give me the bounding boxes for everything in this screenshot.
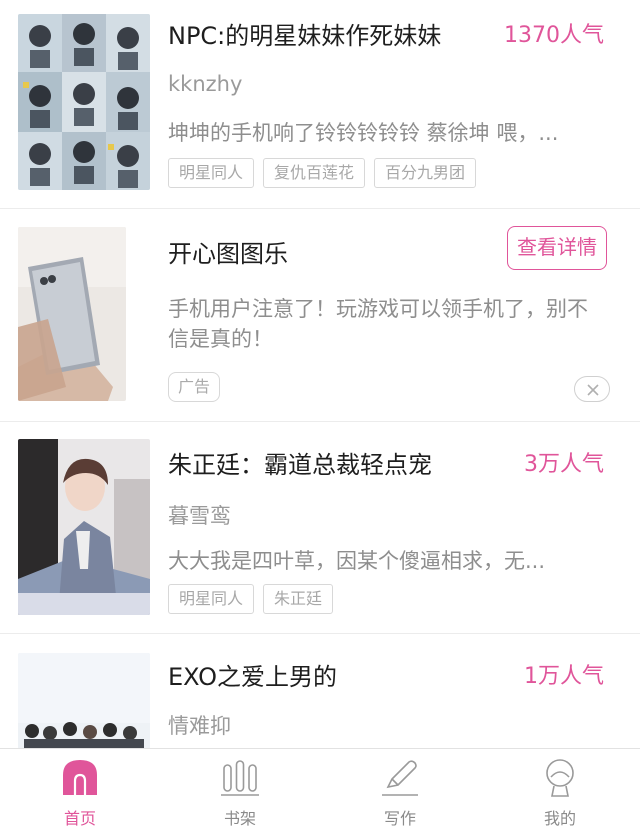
tag[interactable]: 明星同人 bbox=[168, 584, 255, 614]
tag[interactable]: 复仇百莲花 bbox=[263, 158, 366, 188]
book-author[interactable]: 暮雪鸾 bbox=[168, 500, 231, 530]
book-summary: 大大我是四叶草，因某个傻逼相求，无... bbox=[168, 549, 546, 573]
tab-home[interactable]: 首页 bbox=[0, 749, 160, 832]
book-cover-image[interactable] bbox=[18, 14, 150, 190]
book-title[interactable]: 朱正廷：霸道总裁轻点宠 bbox=[168, 445, 432, 480]
book-card[interactable]: EXO之爱上男的 1万人气 情难抑 bbox=[0, 634, 640, 748]
book-title[interactable]: EXO之爱上男的 bbox=[168, 657, 337, 692]
tab-label: 书架 bbox=[223, 809, 256, 828]
pen-icon bbox=[382, 760, 418, 796]
bottom-tab-bar: 首页 书架 写作 我的 bbox=[0, 748, 640, 832]
tab-label: 首页 bbox=[63, 809, 96, 828]
popularity-count: 1370人气 bbox=[504, 23, 604, 48]
tag[interactable]: 明星同人 bbox=[168, 158, 255, 188]
close-icon bbox=[587, 384, 599, 396]
bookshelf-icon bbox=[221, 760, 259, 796]
tab-bookshelf[interactable]: 书架 bbox=[160, 749, 320, 832]
book-cover-image[interactable] bbox=[18, 653, 150, 748]
home-icon bbox=[63, 760, 97, 795]
popularity-count: 3万人气 bbox=[524, 452, 604, 477]
view-details-button[interactable]: 查看详情 bbox=[507, 226, 607, 270]
tag[interactable]: 朱正廷 bbox=[263, 584, 334, 614]
book-card[interactable]: 朱正廷：霸道总裁轻点宠 3万人气 暮雪鸾 大大我是四叶草，因某个傻逼相求，无..… bbox=[0, 422, 640, 634]
profile-icon bbox=[546, 759, 574, 797]
ad-card[interactable]: 开心图图乐 查看详情 手机用户注意了！玩游戏可以领手机了，别不信是真的！ 广告 bbox=[0, 209, 640, 422]
tag-list: 明星同人 朱正廷 bbox=[168, 584, 334, 614]
popularity-count: 1万人气 bbox=[524, 664, 604, 689]
book-author[interactable]: kknzhy bbox=[168, 72, 242, 96]
tag[interactable]: 百分九男团 bbox=[374, 158, 477, 188]
ad-description: 手机用户注意了！玩游戏可以领手机了，别不信是真的！ bbox=[168, 297, 588, 351]
tab-profile[interactable]: 我的 bbox=[480, 749, 640, 832]
ad-badge: 广告 bbox=[168, 372, 221, 402]
tab-label: 写作 bbox=[383, 809, 416, 828]
ad-image[interactable] bbox=[18, 227, 126, 401]
close-ad-button[interactable] bbox=[574, 376, 610, 402]
book-card[interactable]: NPC:的明星妹妹作死妹妹 1370人气 kknzhy 坤坤的手机响了铃铃铃铃铃… bbox=[0, 0, 640, 209]
ad-title[interactable]: 开心图图乐 bbox=[168, 234, 288, 269]
book-feed: NPC:的明星妹妹作死妹妹 1370人气 kknzhy 坤坤的手机响了铃铃铃铃铃… bbox=[0, 0, 640, 748]
tag-list: 明星同人 复仇百莲花 百分九男团 bbox=[168, 158, 477, 188]
tab-writing[interactable]: 写作 bbox=[320, 749, 480, 832]
book-summary: 坤坤的手机响了铃铃铃铃铃 蔡徐坤 喂，... bbox=[168, 121, 559, 145]
book-title[interactable]: NPC:的明星妹妹作死妹妹 bbox=[168, 16, 441, 51]
tab-label: 我的 bbox=[543, 809, 576, 828]
book-cover-image[interactable] bbox=[18, 439, 150, 615]
book-author[interactable]: 情难抑 bbox=[168, 710, 231, 740]
